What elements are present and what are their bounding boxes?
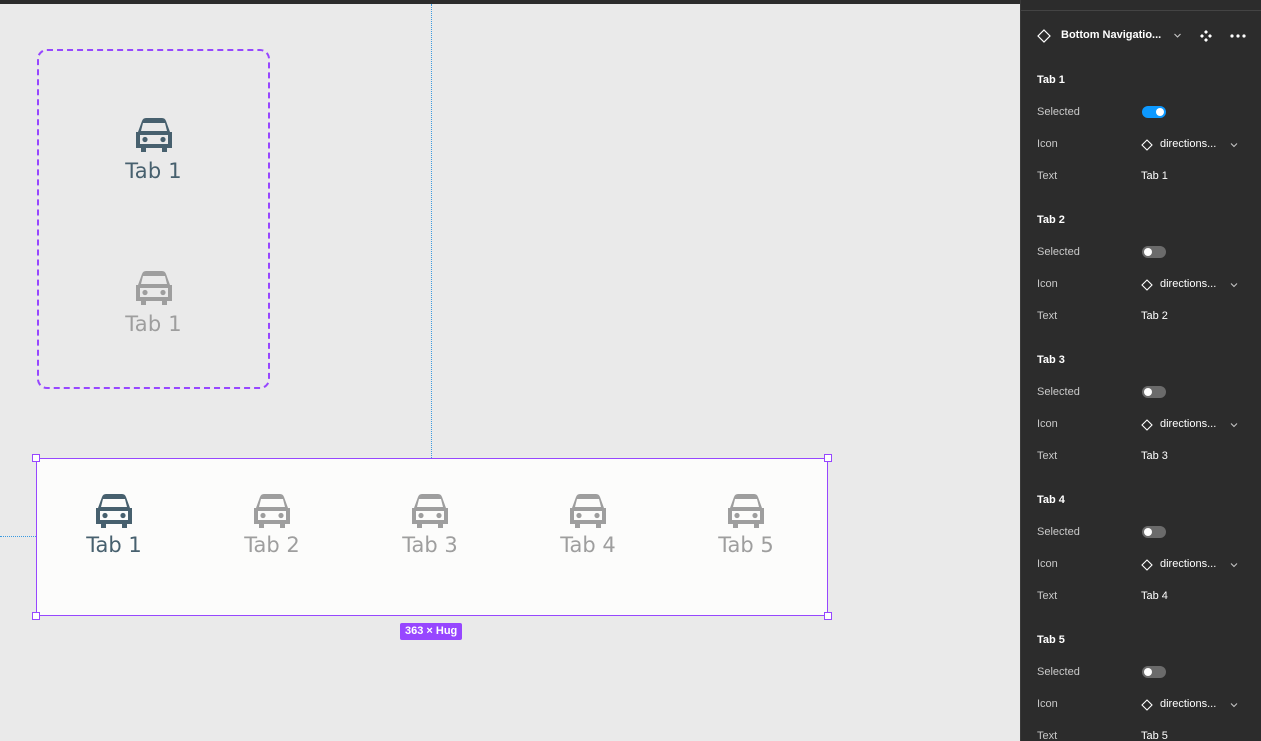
group-title: Tab 4: [1037, 494, 1065, 506]
group-title: Tab 2: [1037, 214, 1065, 226]
chevron-down-icon: [1230, 423, 1238, 428]
bottom-navigation-instance[interactable]: Tab 1 Tab 2 Tab 3 Tab 4 Tab 5: [32, 454, 832, 620]
component-instance-icon: [1141, 699, 1153, 711]
properties-panel: Bottom Navigatio... Tab 1 Selected Icon …: [1020, 0, 1261, 741]
variant-unselected[interactable]: Tab 1: [39, 270, 268, 350]
group-title: Tab 3: [1037, 354, 1065, 366]
car-icon: [412, 494, 448, 528]
selected-toggle[interactable]: [1142, 106, 1166, 118]
text-label: Text: [1037, 310, 1058, 322]
nav-tab-label: Tab 1: [86, 533, 142, 557]
horizontal-guide: [0, 536, 36, 537]
selected-label: Selected: [1037, 106, 1080, 118]
selected-toggle[interactable]: [1142, 246, 1166, 258]
nav-tab-label: Tab 5: [718, 533, 774, 557]
text-value-field[interactable]: Tab 4: [1141, 590, 1168, 602]
car-icon: [254, 494, 290, 528]
chevron-down-icon: [1230, 283, 1238, 288]
resize-handle-bottom-right[interactable]: [824, 612, 832, 620]
icon-swap-dropdown[interactable]: directions...: [1141, 558, 1251, 572]
icon-label: Icon: [1037, 278, 1058, 290]
selected-label: Selected: [1037, 666, 1080, 678]
car-icon: [570, 494, 606, 528]
selected-toggle[interactable]: [1142, 666, 1166, 678]
car-icon: [135, 271, 172, 305]
icon-value: directions...: [1160, 698, 1217, 710]
selected-label: Selected: [1037, 526, 1080, 538]
more-options-icon[interactable]: [1229, 33, 1247, 39]
panel-divider: [1021, 10, 1261, 11]
text-value-field[interactable]: Tab 5: [1141, 730, 1168, 741]
resize-handle-top-left[interactable]: [32, 454, 40, 462]
nav-tab-1[interactable]: Tab 1: [44, 493, 184, 557]
component-instance-icon: [1141, 419, 1153, 431]
resize-handle-top-right[interactable]: [824, 454, 832, 462]
go-to-main-component-icon[interactable]: [1199, 29, 1213, 43]
component-header[interactable]: Bottom Navigatio...: [1037, 27, 1252, 45]
component-instance-icon: [1037, 29, 1051, 43]
car-icon: [728, 494, 764, 528]
icon-swap-dropdown[interactable]: directions...: [1141, 698, 1251, 712]
nav-tab-3[interactable]: Tab 3: [360, 493, 500, 557]
variant-label: Tab 1: [125, 159, 182, 183]
text-label: Text: [1037, 590, 1058, 602]
component-instance-icon: [1141, 559, 1153, 571]
nav-tab-label: Tab 4: [560, 533, 616, 557]
car-icon: [135, 118, 172, 152]
size-badge: 363 × Hug: [400, 623, 463, 640]
chevron-down-icon: [1230, 703, 1238, 708]
icon-value: directions...: [1160, 278, 1217, 290]
icon-swap-dropdown[interactable]: directions...: [1141, 418, 1251, 432]
text-value-field[interactable]: Tab 3: [1141, 450, 1168, 462]
icon-swap-dropdown[interactable]: directions...: [1141, 278, 1251, 292]
icon-label: Icon: [1037, 698, 1058, 710]
resize-handle-bottom-left[interactable]: [32, 612, 40, 620]
icon-value: directions...: [1160, 418, 1217, 430]
design-canvas[interactable]: Tab 1 Tab 1 Tab 1 Tab 2 Tab 3 Tab 4 Tab …: [0, 0, 1020, 741]
icon-label: Icon: [1037, 138, 1058, 150]
variant-label: Tab 1: [125, 312, 182, 336]
chevron-down-icon: [1230, 563, 1238, 568]
text-label: Text: [1037, 730, 1058, 741]
vertical-guide: [431, 4, 432, 458]
text-value-field[interactable]: Tab 1: [1141, 170, 1168, 182]
icon-value: directions...: [1160, 558, 1217, 570]
nav-tab-4[interactable]: Tab 4: [518, 493, 658, 557]
nav-tab-label: Tab 3: [402, 533, 458, 557]
text-label: Text: [1037, 450, 1058, 462]
text-value-field[interactable]: Tab 2: [1141, 310, 1168, 322]
selected-toggle[interactable]: [1142, 526, 1166, 538]
nav-tab-label: Tab 2: [244, 533, 300, 557]
text-label: Text: [1037, 170, 1058, 182]
selected-label: Selected: [1037, 246, 1080, 258]
icon-value: directions...: [1160, 138, 1217, 150]
component-instance-icon: [1141, 139, 1153, 151]
variant-selected[interactable]: Tab 1: [39, 117, 268, 197]
component-name[interactable]: Bottom Navigatio...: [1061, 29, 1161, 41]
selected-toggle[interactable]: [1142, 386, 1166, 398]
component-instance-icon: [1141, 279, 1153, 291]
chevron-down-icon: [1230, 143, 1238, 148]
icon-label: Icon: [1037, 418, 1058, 430]
chevron-down-icon[interactable]: [1173, 31, 1182, 40]
nav-tab-2[interactable]: Tab 2: [202, 493, 342, 557]
top-toolbar-edge: [0, 0, 1020, 4]
group-title: Tab 5: [1037, 634, 1065, 646]
group-title: Tab 1: [1037, 74, 1065, 86]
component-variant-set[interactable]: Tab 1 Tab 1: [37, 49, 270, 389]
icon-swap-dropdown[interactable]: directions...: [1141, 138, 1251, 152]
icon-label: Icon: [1037, 558, 1058, 570]
nav-tab-5[interactable]: Tab 5: [676, 493, 816, 557]
car-icon: [96, 494, 132, 528]
selected-label: Selected: [1037, 386, 1080, 398]
